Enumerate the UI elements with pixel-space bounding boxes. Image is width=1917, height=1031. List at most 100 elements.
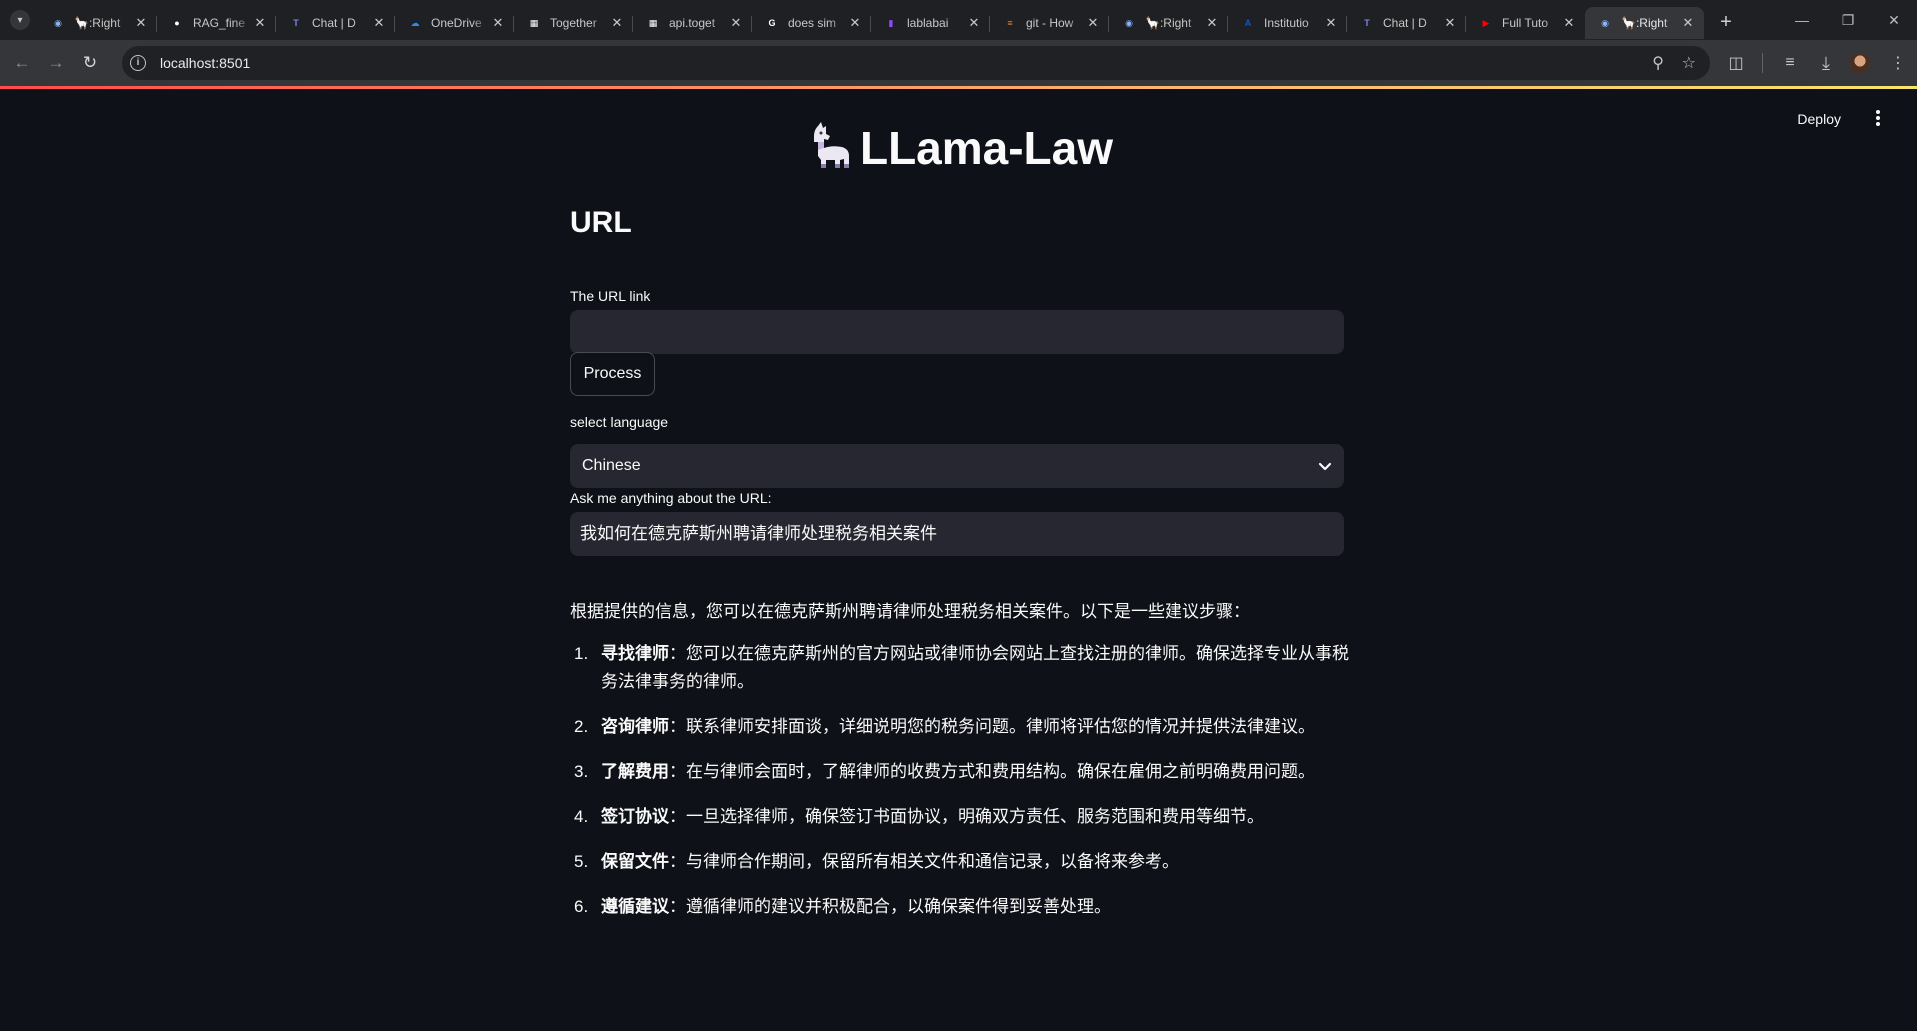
browser-tab[interactable]: ☁ OneDrive ✕	[395, 7, 514, 39]
tab-title: 🦙:Right	[1145, 16, 1192, 30]
url-input[interactable]	[570, 310, 1344, 354]
browser-tab[interactable]: ≡ git - How ✕	[990, 7, 1109, 39]
step-text: ：在与律师会面时，了解律师的收费方式和费用结构。确保在雇佣之前明确费用问题。	[669, 762, 1315, 781]
browser-menu-icon[interactable]: ⋮	[1884, 49, 1912, 77]
robot-icon: ◉	[54, 17, 62, 28]
step-text: ：与律师合作期间，保留所有相关文件和通信记录，以备将来参考。	[669, 852, 1179, 871]
section-heading: URL	[570, 206, 632, 239]
language-select-value: Chinese	[582, 457, 641, 474]
tab-title: lablabai	[907, 16, 949, 30]
step-number: 4.	[574, 807, 589, 826]
tab-title: git - How	[1026, 16, 1074, 30]
answer-intro: 根据提供的信息，您可以在德克萨斯州聘请律师处理税务相关案件。以下是一些建议步骤：	[570, 602, 1250, 621]
step-number: 5.	[574, 852, 589, 871]
close-tab-icon[interactable]: ✕	[609, 15, 625, 31]
zoom-icon[interactable]: ⚲	[1652, 53, 1664, 73]
close-window-icon[interactable]: ✕	[1871, 0, 1917, 40]
minimize-icon[interactable]: —	[1779, 0, 1825, 40]
question-input[interactable]: 我如何在德克萨斯州聘请律师处理税务相关案件	[570, 512, 1344, 556]
step-text: ：您可以在德克萨斯州的官方网站或律师协会网站上查找注册的律师。确保选择专业从事税…	[601, 644, 1349, 691]
tab-search-chevron-icon[interactable]: ▾	[10, 10, 30, 30]
tab-title: Full Tuto	[1502, 16, 1549, 30]
step-title: 遵循建议	[601, 897, 669, 916]
language-select-label: select language	[570, 414, 669, 430]
browser-tab[interactable]: ● RAG_fine ✕	[157, 7, 276, 39]
close-tab-icon[interactable]: ✕	[728, 15, 744, 31]
close-tab-icon[interactable]: ✕	[490, 15, 506, 31]
address-url[interactable]: localhost:8501	[160, 55, 250, 71]
github-icon: ●	[174, 18, 180, 28]
step-title: 签订协议	[601, 807, 669, 826]
answer-step: 1. 寻找律师：您可以在德克萨斯州的官方网站或律师协会网站上查找注册的律师。确保选…	[570, 640, 1350, 696]
back-arrow-icon[interactable]: ←	[8, 49, 36, 77]
llama-icon	[804, 120, 854, 181]
step-text: ：联系律师安排面谈，详细说明您的税务问题。律师将评估您的情况并提供法律建议。	[669, 717, 1315, 736]
profile-avatar[interactable]	[1850, 53, 1870, 73]
a-icon: A	[1244, 18, 1252, 28]
answer-step: 4. 签订协议：一旦选择律师，确保签订书面协议，明确双方责任、服务范围和费用等细节…	[570, 803, 1350, 831]
language-select[interactable]: Chinese	[570, 444, 1344, 488]
answer-markdown: 根据提供的信息，您可以在德克萨斯州聘请律师处理税务相关案件。以下是一些建议步骤：…	[570, 598, 1350, 938]
browser-tab[interactable]: ◉ 🦙:Right ✕	[1585, 7, 1704, 39]
close-tab-icon[interactable]: ✕	[371, 15, 387, 31]
tab-title: Together	[550, 16, 597, 30]
close-tab-icon[interactable]: ✕	[252, 15, 268, 31]
tab-title: Chat | D	[1383, 16, 1427, 30]
cloud-icon: ☁	[410, 17, 420, 28]
close-tab-icon[interactable]: ✕	[966, 15, 982, 31]
robot-icon: ◉	[1125, 17, 1133, 28]
forward-arrow-icon[interactable]: →	[42, 49, 70, 77]
page-icon: ▦	[529, 17, 539, 28]
tab-strip: ◉ 🦙:Right ✕ ● RAG_fine ✕ T Chat | D ✕ ☁ OneDrive ✕ ▦…	[38, 0, 1704, 40]
tab-title: api.toget	[669, 16, 716, 30]
process-button[interactable]: Process	[570, 352, 655, 396]
address-bar[interactable]: i localhost:8501 ⚲ ☆	[122, 46, 1710, 80]
browser-tab[interactable]: ◉ 🦙:Right ✕	[1109, 7, 1228, 39]
browser-tab[interactable]: ▮ lablabai ✕	[871, 7, 990, 39]
step-title: 咨询律师	[601, 717, 669, 736]
answer-step: 2. 咨询律师：联系律师安排面谈，详细说明您的税务问题。律师将评估您的情况并提供法…	[570, 713, 1350, 741]
step-number: 1.	[574, 644, 589, 663]
browser-tab[interactable]: ▦ Together ✕	[514, 7, 633, 39]
close-tab-icon[interactable]: ✕	[1442, 15, 1458, 31]
browser-tab[interactable]: ◉ 🦙:Right ✕	[38, 7, 157, 39]
new-tab-button[interactable]: +	[1712, 8, 1740, 36]
toolbar-separator	[1762, 53, 1763, 73]
close-tab-icon[interactable]: ✕	[1085, 15, 1101, 31]
browser-tab[interactable]: T Chat | D ✕	[1347, 7, 1466, 39]
close-tab-icon[interactable]: ✕	[1680, 15, 1696, 31]
youtube-icon: ▶	[1482, 17, 1490, 28]
title-text: LLama-Law	[859, 122, 1114, 174]
answer-steps-list: 1. 寻找律师：您可以在德克萨斯州的官方网站或律师协会网站上查找注册的律师。确保选…	[570, 640, 1350, 921]
answer-step: 5. 保留文件：与律师合作期间，保留所有相关文件和通信记录，以备将来参考。	[570, 848, 1350, 876]
step-text: ：遵循律师的建议并积极配合，以确保案件得到妥善处理。	[669, 897, 1111, 916]
browser-toolbar: ← → ↻ i localhost:8501 ⚲ ☆	[0, 40, 1917, 86]
teams-icon: T	[1364, 18, 1370, 28]
step-title: 了解费用	[601, 762, 669, 781]
close-tab-icon[interactable]: ✕	[847, 15, 863, 31]
chevron-down-icon	[1318, 459, 1332, 473]
close-tab-icon[interactable]: ✕	[1323, 15, 1339, 31]
media-controls-icon[interactable]: ≡	[1776, 49, 1804, 77]
close-tab-icon[interactable]: ✕	[133, 15, 149, 31]
reload-icon[interactable]: ↻	[76, 49, 104, 77]
download-icon[interactable]: ⤓	[1812, 49, 1840, 77]
question-input-label: Ask me anything about the URL:	[570, 490, 772, 506]
browser-tab[interactable]: ▶ Full Tuto ✕	[1466, 7, 1585, 39]
answer-step: 3. 了解费用：在与律师会面时，了解律师的收费方式和费用结构。确保在雇佣之前明确费…	[570, 758, 1350, 786]
browser-tab[interactable]: Gdoes sim ✕	[752, 7, 871, 39]
site-info-icon[interactable]: i	[130, 55, 146, 71]
step-text: ：一旦选择律师，确保签订书面协议，明确双方责任、服务范围和费用等细节。	[669, 807, 1264, 826]
extensions-puzzle-icon[interactable]: ◫	[1722, 49, 1750, 77]
tab-title: 🦙:Right	[74, 16, 121, 30]
restore-icon[interactable]: ❐	[1825, 0, 1871, 40]
browser-tab[interactable]: ▦ api.toget ✕	[633, 7, 752, 39]
browser-tab[interactable]: T Chat | D ✕	[276, 7, 395, 39]
browser-tab[interactable]: A Institutio ✕	[1228, 7, 1347, 39]
browser-tab-bar: ▾ ◉ 🦙:Right ✕ ● RAG_fine ✕ T Chat | D ✕ ☁ OneDrive…	[0, 0, 1917, 40]
close-tab-icon[interactable]: ✕	[1561, 15, 1577, 31]
bookmark-star-icon[interactable]: ☆	[1682, 53, 1696, 73]
step-number: 6.	[574, 897, 589, 916]
step-title: 保留文件	[601, 852, 669, 871]
close-tab-icon[interactable]: ✕	[1204, 15, 1220, 31]
